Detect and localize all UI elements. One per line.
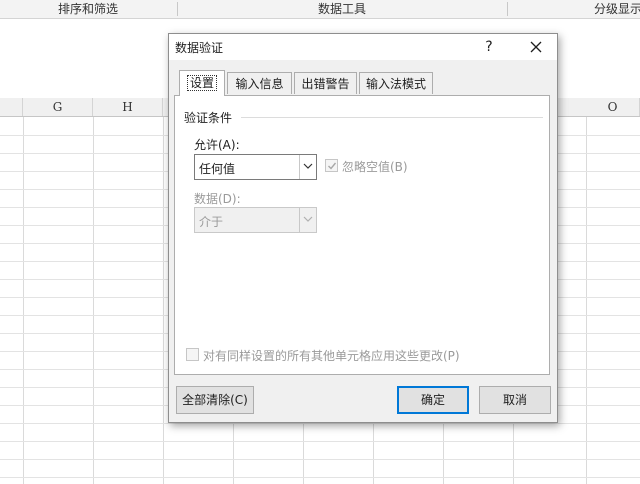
apply-all-checkbox[interactable] <box>186 348 199 361</box>
ribbon-group-data-tools: 数据工具 <box>317 2 366 16</box>
data-select-value: 介于 <box>199 215 224 229</box>
dropdown-arrow[interactable] <box>299 155 316 179</box>
settings-panel: 验证条件 允许(A): 任何值 忽略空值(B) 数据(D): 介于 对有同样设置… <box>174 95 550 375</box>
column-header-g[interactable]: G <box>23 98 93 116</box>
tab-error-alert[interactable]: 出错警告 <box>294 72 357 94</box>
ignore-blank-label: 忽略空值(B) <box>342 160 408 174</box>
tab-ime-mode[interactable]: 输入法模式 <box>359 72 433 94</box>
cancel-button[interactable]: 取消 <box>479 386 551 414</box>
section-divider <box>241 117 543 118</box>
data-label: 数据(D): <box>194 192 241 206</box>
ok-button[interactable]: 确定 <box>397 386 469 414</box>
close-button[interactable] <box>516 34 556 60</box>
column-header-left[interactable] <box>0 98 23 116</box>
dialog-title: 数据验证 <box>175 41 224 55</box>
column-header-h[interactable]: H <box>93 98 163 116</box>
tab-settings[interactable]: 设置 <box>179 70 225 96</box>
checkmark-icon <box>328 162 337 170</box>
ribbon-separator <box>507 2 508 16</box>
dialog-titlebar[interactable]: 数据验证 ? <box>169 34 557 60</box>
validation-criteria-title: 验证条件 <box>184 109 237 126</box>
apply-all-label: 对有同样设置的所有其他单元格应用这些更改(P) <box>203 349 460 363</box>
allow-label: 允许(A): <box>194 138 240 152</box>
close-icon <box>530 41 542 53</box>
data-validation-dialog: 数据验证 ? 设置 输入信息 出错警告 输入法模式 验证条件 允许(A): 任何… <box>168 33 558 423</box>
column-header-o[interactable]: O <box>586 98 640 116</box>
allow-select-value: 任何值 <box>199 162 236 176</box>
dropdown-arrow[interactable] <box>299 208 316 232</box>
ribbon-group-labels: 排序和筛选 数据工具 分级显示 <box>0 0 640 19</box>
clear-all-button[interactable]: 全部清除(C) <box>176 386 254 414</box>
chevron-down-icon <box>303 216 313 222</box>
ribbon-group-outline: 分级显示 <box>594 2 640 16</box>
ribbon-group-sort-filter: 排序和筛选 <box>57 2 118 16</box>
allow-select[interactable]: 任何值 <box>194 154 317 180</box>
ignore-blank-checkbox[interactable] <box>325 159 338 172</box>
help-button[interactable]: ? <box>469 34 509 60</box>
chevron-down-icon <box>303 163 313 169</box>
tab-input-message[interactable]: 输入信息 <box>227 72 292 94</box>
data-select[interactable]: 介于 <box>194 207 317 233</box>
